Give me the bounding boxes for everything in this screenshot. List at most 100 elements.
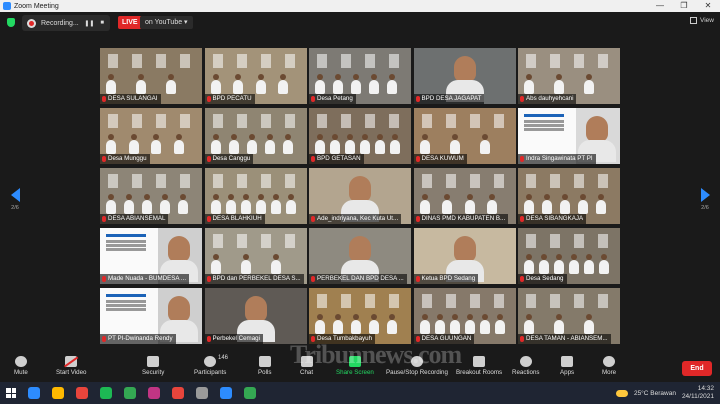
video-tile[interactable]: Perbekel Cemagi <box>204 288 307 344</box>
participant-name: BPD dan PERBEKEL DESA S... <box>212 275 301 282</box>
window-decor <box>469 294 480 308</box>
video-tile[interactable]: DESA GUUNGAN <box>413 288 516 344</box>
record-dot-icon <box>27 18 36 28</box>
start-video-button[interactable]: Start Video <box>56 356 87 376</box>
clock[interactable]: 14:32 24/11/2021 <box>682 385 714 401</box>
video-tile[interactable]: PT PI-Dwinanda Rendy <box>100 288 202 344</box>
window-decor <box>341 294 351 308</box>
participant-name: Abs dauhyehcani <box>526 95 574 102</box>
video-tile[interactable]: DESA KUWUM <box>413 108 516 164</box>
participant-name-label: Ketua BPD Sedang <box>413 274 479 284</box>
taskbar-app-icon[interactable] <box>220 387 232 399</box>
window-decor <box>389 294 399 308</box>
taskbar-app-icon[interactable] <box>196 387 208 399</box>
video-tile[interactable]: DESA ABIANSEMAL <box>100 168 202 224</box>
taskbar-app-icon[interactable] <box>76 387 88 399</box>
participant-figure <box>315 314 325 334</box>
participant-figure <box>246 134 257 154</box>
shield-icon[interactable] <box>7 18 15 27</box>
apps-button[interactable]: Apps <box>560 356 574 376</box>
muted-mic-icon <box>206 216 211 222</box>
participant-name: DESA SIBANGKAJA <box>526 215 584 222</box>
video-tile[interactable]: Indra Singawinata PT PI <box>518 108 620 164</box>
more-button[interactable]: More <box>602 356 616 376</box>
video-tile[interactable]: BPD dan PERBEKEL DESA S... <box>204 228 307 284</box>
taskbar-app-icon[interactable] <box>52 387 64 399</box>
mute-label: Mute <box>14 369 28 376</box>
muted-mic-icon <box>206 96 211 102</box>
video-tile[interactable]: DESA BLAHKIUH <box>204 168 307 224</box>
polls-label: Polls <box>258 369 272 376</box>
video-tile[interactable]: Ade_indriyana, Kec Kuta Ut... <box>309 168 411 224</box>
window-decor <box>156 54 166 68</box>
participant-name-label: PERBEKEL DAN BPD DESA ... <box>309 274 407 284</box>
participant-figure <box>160 194 170 214</box>
participant-figure <box>228 134 239 154</box>
taskbar-app-icon[interactable] <box>172 387 184 399</box>
window-decor <box>212 114 223 128</box>
video-tile[interactable]: Ketua BPD Sedang <box>413 228 516 284</box>
taskbar-app-icon[interactable] <box>124 387 136 399</box>
view-button[interactable]: View <box>690 17 714 24</box>
next-page-button[interactable]: 2/6 <box>698 188 712 211</box>
close-button[interactable]: ✕ <box>696 0 720 12</box>
participant-name-label: Desa Petang <box>309 94 356 104</box>
window-decor <box>341 54 351 68</box>
muted-mic-icon <box>311 216 315 222</box>
watermark: Tribunnews.com <box>290 340 462 369</box>
video-tile[interactable]: DESA TAMAN - ABIANSEM... <box>518 288 620 344</box>
participant-face <box>341 176 379 222</box>
polls-button[interactable]: Polls <box>258 356 271 376</box>
participant-name-label: Desa Munggu <box>100 154 150 164</box>
video-tile[interactable]: BPD GETASAN <box>309 108 411 164</box>
video-tile[interactable]: DESA SIBANGKAJA <box>518 168 620 224</box>
video-tile[interactable]: PERBEKEL DAN BPD DESA ... <box>309 228 411 284</box>
participant-figure <box>128 134 139 154</box>
video-tile[interactable]: Desa Tumbakbayuh <box>309 288 411 344</box>
reactions-icon <box>519 356 532 367</box>
participant-name: DESA KUWUM <box>421 155 464 162</box>
security-button[interactable]: Security <box>142 356 164 376</box>
weather-text[interactable]: 25°C Berawan <box>634 390 676 397</box>
video-tile[interactable]: BPD PECATU <box>204 48 307 104</box>
video-tile[interactable]: BPD DESA JAGAPAT <box>413 48 516 104</box>
live-stream-dropdown[interactable]: on YouTube ▾ <box>140 16 193 29</box>
end-meeting-button[interactable]: End <box>682 361 712 376</box>
video-tile[interactable]: Abs dauhyehcani <box>518 48 620 104</box>
apps-label: Apps <box>560 369 575 376</box>
stop-recording-icon[interactable]: ■ <box>100 20 104 27</box>
pause-recording-icon[interactable]: ❚❚ <box>84 20 94 27</box>
video-tile[interactable]: DESA SULANGAI <box>100 48 202 104</box>
video-tile[interactable]: Made Nuada - BUMDESA ... <box>100 228 202 284</box>
window-decor <box>550 294 560 308</box>
page-indicator-left: 2/6 <box>11 205 19 211</box>
muted-mic-icon <box>311 156 315 162</box>
taskbar-app-icon[interactable] <box>148 387 160 399</box>
taskbar-app-icon[interactable] <box>100 387 112 399</box>
video-tile[interactable]: Desa Canggu <box>204 108 307 164</box>
window-decor <box>526 234 536 248</box>
participant-name: DESA BLAHKIUH <box>212 215 262 222</box>
taskbar-app-icon[interactable] <box>28 387 40 399</box>
os-taskbar: 25°C Berawan 14:32 24/11/2021 <box>0 382 720 404</box>
video-tile[interactable]: Desa Petang <box>309 48 411 104</box>
participant-figure <box>124 194 134 214</box>
maximize-button[interactable]: ❐ <box>672 0 696 12</box>
previous-page-button[interactable]: 2/6 <box>8 188 22 211</box>
breakout-rooms-button[interactable]: Breakout Rooms <box>456 356 502 376</box>
participant-figure <box>387 74 397 94</box>
muted-mic-icon <box>206 156 211 162</box>
participants-button[interactable]: 146 Participants <box>194 355 228 376</box>
video-tile[interactable]: Desa Munggu <box>100 108 202 164</box>
minimize-button[interactable]: — <box>648 0 672 12</box>
participant-name: Desa Canggu <box>212 155 251 162</box>
reactions-button[interactable]: Reactions <box>512 356 540 376</box>
participant-name-label: Made Nuada - BUMDESA ... <box>100 274 190 284</box>
video-tile[interactable]: DINAS PMD KABUPATEN B... <box>413 168 516 224</box>
windows-start-icon[interactable] <box>6 388 16 398</box>
video-tile[interactable]: Desa Sedang <box>518 228 620 284</box>
taskbar-app-icon[interactable] <box>244 387 256 399</box>
mute-button[interactable]: Mute <box>14 356 28 376</box>
participant-figure <box>542 194 552 214</box>
participant-name-label: DESA SIBANGKAJA <box>518 214 587 224</box>
